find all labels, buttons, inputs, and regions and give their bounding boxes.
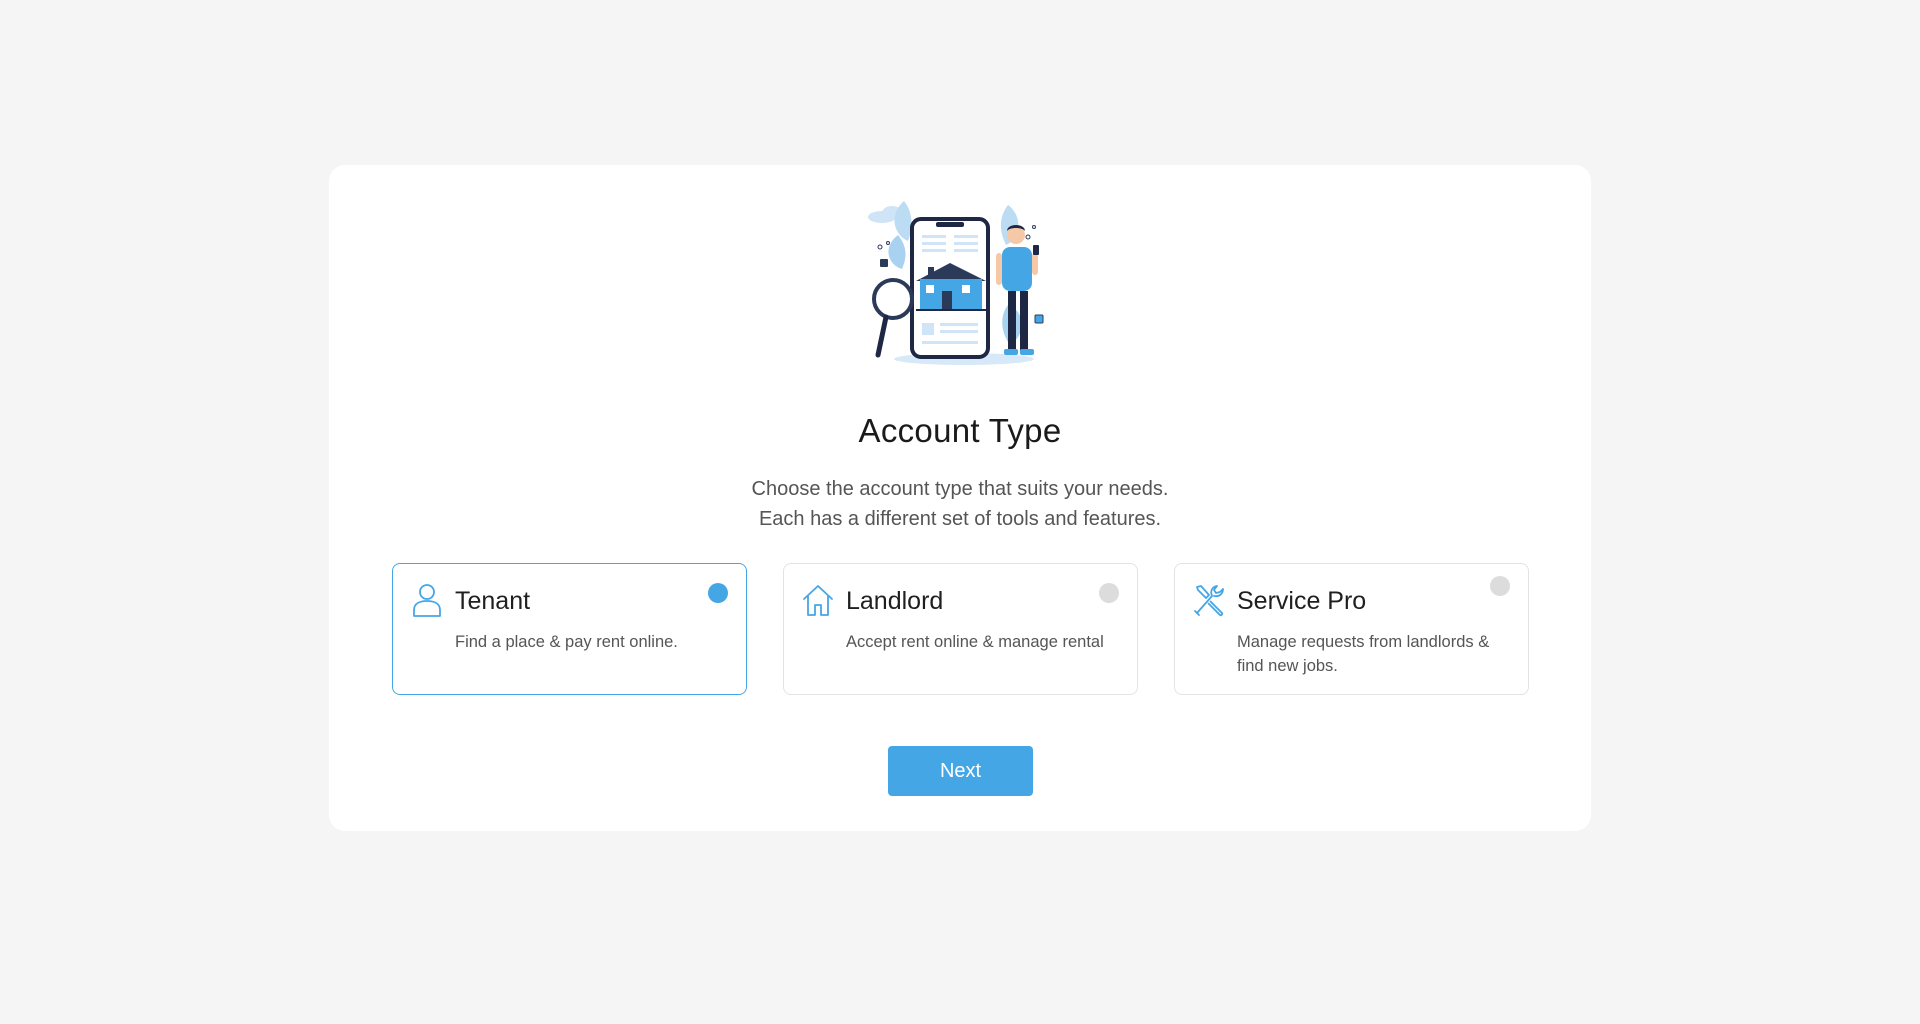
user-icon	[413, 584, 441, 617]
option-label: Landlord	[846, 587, 944, 615]
account-option-service-pro[interactable]: Service Pro Manage requests from landlor…	[1174, 563, 1529, 695]
option-description: Accept rent online & manage rental	[846, 633, 1104, 651]
account-type-card: Account Type Choose the account type tha…	[329, 165, 1591, 831]
next-button[interactable]: Next	[888, 746, 1033, 796]
house-icon	[803, 585, 833, 616]
subtitle-line-2: Each has a different set of tools and fe…	[758, 508, 1162, 530]
page-subtitle: Choose the account type that suits your …	[329, 474, 1591, 534]
tools-icon	[1194, 585, 1224, 617]
option-description: Find a place & pay rent online.	[455, 633, 678, 651]
radio-button[interactable]	[708, 583, 728, 603]
radio-button[interactable]	[1099, 583, 1119, 603]
account-option-landlord[interactable]: Landlord Accept rent online & manage ren…	[783, 563, 1138, 695]
option-description: Manage requests from landlords & find ne…	[1237, 633, 1490, 675]
account-type-options: Tenant Find a place & pay rent online. L…	[392, 563, 1529, 695]
account-option-tenant[interactable]: Tenant Find a place & pay rent online.	[392, 563, 747, 695]
house-search-illustration	[868, 201, 1044, 365]
subtitle-line-1: Choose the account type that suits your …	[751, 478, 1169, 500]
option-label: Tenant	[455, 587, 531, 615]
option-label: Service Pro	[1237, 587, 1367, 615]
radio-button[interactable]	[1490, 576, 1510, 596]
page-title: Account Type	[858, 412, 1062, 449]
